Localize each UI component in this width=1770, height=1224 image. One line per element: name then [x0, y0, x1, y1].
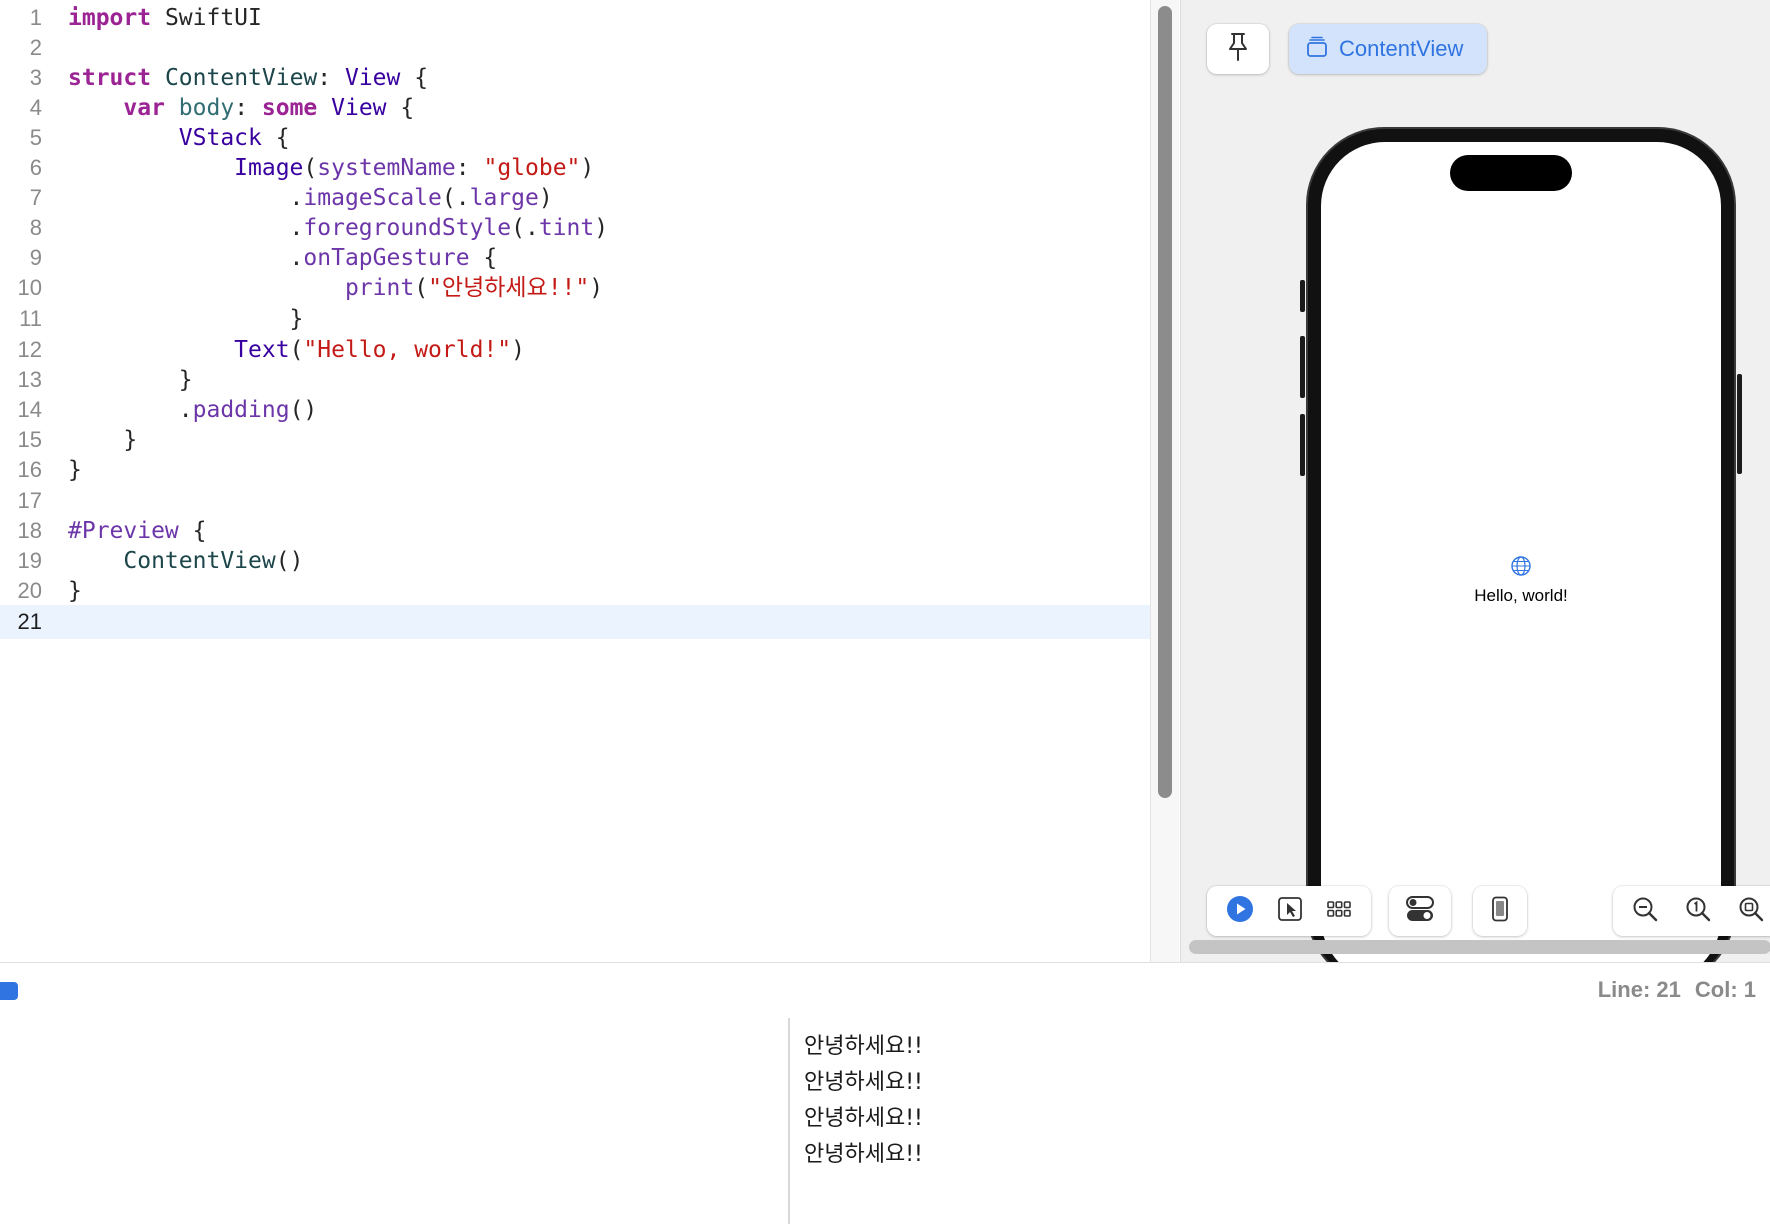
console-line: 안녕하세요!!	[804, 1142, 923, 1167]
iphone-icon	[1491, 896, 1509, 927]
line-number: 3	[29, 65, 42, 90]
code-line[interactable]: 9 .onTapGesture {	[0, 241, 1150, 275]
zoom-to-fit-icon[interactable]	[1738, 896, 1764, 927]
line-number: 15	[17, 427, 42, 452]
cursor-position: Line: 21 Col: 1	[1598, 977, 1756, 1003]
code-line[interactable]: 18 #Preview {	[0, 514, 1150, 548]
line-number: 14	[17, 397, 42, 422]
canvas-horizontal-scrollbar[interactable]	[1189, 940, 1770, 954]
variants-button[interactable]	[1326, 896, 1352, 927]
line-number: 7	[29, 185, 42, 210]
breakpoint-toggle-icon[interactable]	[0, 982, 18, 1000]
line-number: 1	[29, 5, 42, 30]
code-line[interactable]: 20}	[0, 574, 1150, 608]
preview-stack-icon	[1305, 35, 1329, 64]
line-number: 18	[17, 518, 42, 543]
code-line[interactable]: 4 var body: some View {	[0, 91, 1150, 125]
preview-tab-contentview[interactable]: ContentView	[1289, 24, 1487, 74]
line-number: 19	[17, 548, 42, 573]
code-line[interactable]: 16}	[0, 453, 1150, 487]
selectable-mode-button[interactable]	[1277, 896, 1303, 927]
code-line[interactable]: 2	[0, 31, 1150, 65]
live-preview-button[interactable]	[1226, 895, 1254, 928]
code-line[interactable]: 19 ContentView()	[0, 544, 1150, 578]
code-line[interactable]: 3 struct ContentView: View {	[0, 61, 1150, 95]
toggle-settings-icon	[1405, 895, 1435, 928]
console-line: 안녕하세요!!	[804, 1034, 923, 1059]
console-line: 안녕하세요!!	[804, 1106, 923, 1131]
line-indicator: Line: 21	[1597, 977, 1681, 1002]
zoom-out-icon[interactable]	[1632, 896, 1658, 927]
code-line[interactable]: 8 .foregroundStyle(.tint)	[0, 211, 1150, 245]
console-line: 안녕하세요!!	[804, 1070, 923, 1095]
dynamic-island	[1450, 155, 1572, 191]
line-number: 5	[29, 125, 42, 150]
code-line[interactable]: 1 import SwiftUI	[0, 1, 1150, 35]
preview-hello-text: Hello, world!	[1474, 586, 1568, 605]
pin-preview-button[interactable]	[1207, 24, 1269, 74]
device-volume-up	[1300, 336, 1305, 398]
canvas-mode-toolbar	[1207, 886, 1371, 936]
code-line[interactable]: 6 Image(systemName: "globe")	[0, 151, 1150, 185]
preview-vstack[interactable]: Hello, world!	[1321, 555, 1721, 606]
line-number: 4	[29, 95, 42, 120]
device-action-button	[1300, 280, 1305, 312]
editor-scrollbar-thumb[interactable]	[1158, 6, 1172, 798]
line-number: 6	[29, 155, 42, 180]
device-screen[interactable]	[1321, 142, 1721, 962]
preview-tab-label: ContentView	[1339, 36, 1464, 61]
line-number: 10	[17, 275, 42, 300]
code-line[interactable]: 17	[0, 484, 1150, 518]
line-number: 21	[17, 609, 42, 634]
line-number: 11	[19, 306, 42, 331]
code-line[interactable]: 12 Text("Hello, world!")	[0, 333, 1150, 367]
zoom-toolbar	[1613, 886, 1770, 936]
pin-icon	[1225, 32, 1251, 67]
globe-icon[interactable]	[1510, 556, 1532, 581]
code-line[interactable]: 11 }	[0, 302, 1150, 336]
device-volume-down	[1300, 414, 1305, 476]
code-line[interactable]: 10 print("안녕하세요!!")	[0, 271, 1150, 305]
line-number: 9	[29, 245, 42, 270]
column-indicator: Col: 1	[1694, 977, 1756, 1002]
debug-bar: Line: 21 Col: 1	[0, 962, 1770, 1019]
source-editor[interactable]: 1 import SwiftUI 2 3 struct ContentView: V…	[0, 0, 1150, 962]
current-code-line[interactable]: 21	[0, 605, 1150, 639]
zoom-actual-size-icon[interactable]	[1685, 896, 1711, 927]
preview-canvas[interactable]: ContentView Hello, world!	[1180, 0, 1770, 962]
code-line[interactable]: 14 .padding()	[0, 393, 1150, 427]
line-number: 2	[29, 35, 42, 60]
console-output[interactable]: 안녕하세요!! 안녕하세요!! 안녕하세요!! 안녕하세요!!	[790, 1018, 1770, 1224]
device-picker-button[interactable]	[1473, 886, 1527, 936]
device-settings-button[interactable]	[1389, 886, 1451, 936]
code-line[interactable]: 13 }	[0, 363, 1150, 397]
variables-view[interactable]	[0, 1018, 790, 1224]
line-number: 16	[17, 457, 42, 482]
line-number: 8	[29, 215, 42, 240]
line-number: 12	[17, 337, 42, 362]
code-line[interactable]: 7 .imageScale(.large)	[0, 181, 1150, 215]
code-line[interactable]: 15 }	[0, 423, 1150, 457]
line-number: 17	[17, 488, 42, 513]
line-number: 13	[17, 367, 42, 392]
device-power-button	[1737, 374, 1742, 474]
code-line[interactable]: 5 VStack {	[0, 121, 1150, 155]
line-number: 20	[17, 578, 42, 603]
